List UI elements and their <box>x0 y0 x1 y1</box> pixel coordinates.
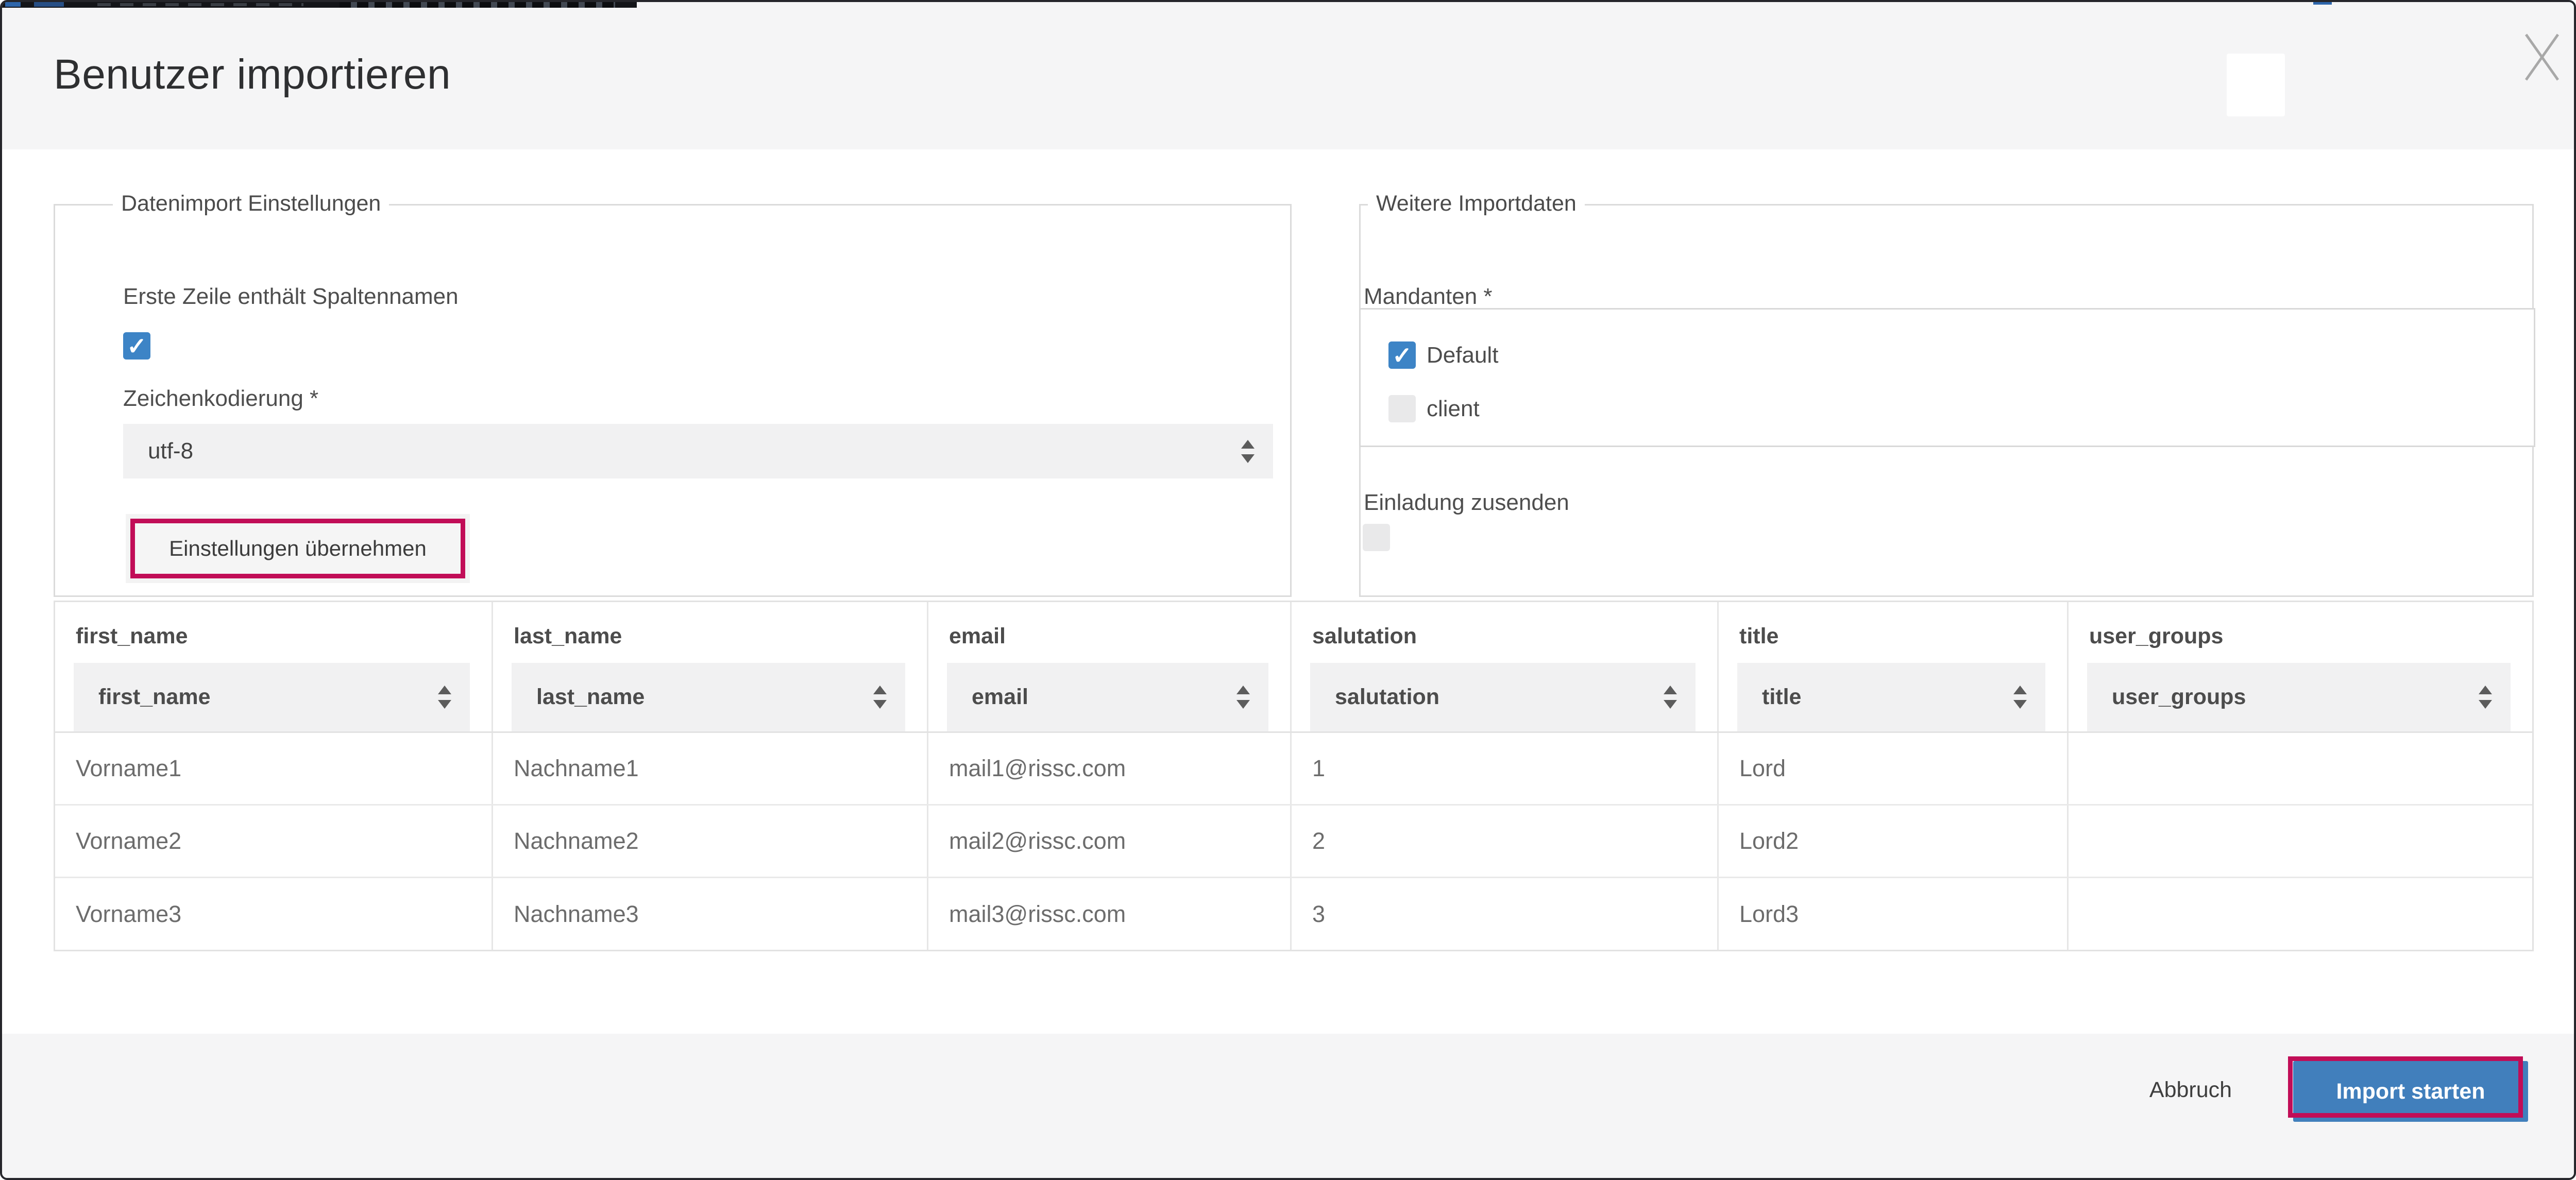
select-stepper-icon <box>438 686 451 709</box>
select-stepper-icon <box>1664 686 1677 709</box>
table-header-cell: title title <box>1719 602 2069 731</box>
start-import-button[interactable]: Import starten <box>2293 1061 2528 1122</box>
mandant-client-label: client <box>1427 395 1480 422</box>
table-cell: Vorname1 <box>55 733 493 804</box>
mandant-client-checkbox[interactable] <box>1388 395 1416 422</box>
column-mapping-select[interactable]: salutation <box>1310 663 1696 731</box>
table-header-row: first_name first_name last_name last_nam… <box>55 602 2532 733</box>
strip-decoration <box>34 2 64 7</box>
table-header-cell: first_name first_name <box>55 602 493 731</box>
select-stepper-icon <box>873 686 887 709</box>
table-cell: Lord3 <box>1719 878 2069 950</box>
fieldset-legend: Weitere Importdaten <box>1368 191 1585 216</box>
table-row: Vorname3 Nachname3 mail3@rissc.com 3 Lor… <box>55 878 2532 950</box>
column-mapping-value: email <box>972 685 1028 710</box>
column-mapping-value: user_groups <box>2112 685 2246 710</box>
select-stepper-icon <box>1236 686 1250 709</box>
column-name: last_name <box>514 624 622 649</box>
column-mapping-select[interactable]: title <box>1737 663 2045 731</box>
encoding-select[interactable]: utf-8 <box>123 424 1273 478</box>
invitation-checkbox[interactable] <box>1363 524 1390 551</box>
table-row: Vorname1 Nachname1 mail1@rissc.com 1 Lor… <box>55 733 2532 806</box>
mandant-default-checkbox[interactable]: ✓ <box>1388 341 1416 369</box>
select-stepper-icon <box>2479 686 2492 709</box>
cancel-button[interactable]: Abbruch <box>2129 1078 2252 1108</box>
table-row: Vorname2 Nachname2 mail2@rissc.com 2 Lor… <box>55 806 2532 878</box>
strip-decoration <box>340 2 615 8</box>
table-cell: 3 <box>1292 878 1719 950</box>
column-mapping-select[interactable]: last_name <box>512 663 905 731</box>
check-icon: ✓ <box>127 334 147 358</box>
import-preview-table: first_name first_name last_name last_nam… <box>54 601 2534 951</box>
table-cell: 2 <box>1292 806 1719 877</box>
first-row-label: Erste Zeile enthält Spaltennamen <box>123 284 459 310</box>
data-import-settings-fieldset: Datenimport Einstellungen Erste Zeile en… <box>54 204 1292 597</box>
strip-decoration <box>5 2 21 7</box>
apply-settings-label: Einstellungen übernehmen <box>169 536 427 561</box>
column-name: user_groups <box>2089 624 2223 649</box>
column-mapping-value: title <box>1762 685 1801 710</box>
invitation-label: Einladung zusenden <box>1364 490 1569 516</box>
column-name: salutation <box>1312 624 1417 649</box>
column-mapping-select[interactable]: user_groups <box>2087 663 2511 731</box>
table-cell: Vorname3 <box>55 878 493 950</box>
close-icon <box>2524 32 2560 82</box>
table-header-cell: email email <box>928 602 1292 731</box>
select-stepper-icon <box>2013 686 2027 709</box>
mandanten-label: Mandanten * <box>1364 284 1493 310</box>
column-name: email <box>949 624 1006 649</box>
table-header-cell: last_name last_name <box>493 602 928 731</box>
table-cell: 1 <box>1292 733 1719 804</box>
table-cell: mail1@rissc.com <box>928 733 1292 804</box>
column-mapping-value: last_name <box>536 685 645 710</box>
apply-settings-button[interactable]: Einstellungen übernehmen <box>130 519 465 578</box>
close-button[interactable] <box>2515 24 2569 91</box>
table-cell: mail2@rissc.com <box>928 806 1292 877</box>
check-icon: ✓ <box>1392 344 1412 367</box>
background-page-strip <box>2 2 637 8</box>
table-cell: Nachname2 <box>493 806 928 877</box>
table-cell <box>2069 733 2532 804</box>
additional-import-data-fieldset: Weitere Importdaten Mandanten * ✓ Defaul… <box>1359 204 2534 597</box>
mandant-default-label: Default <box>1427 341 1498 369</box>
table-cell <box>2069 878 2532 950</box>
fieldset-legend: Datenimport Einstellungen <box>113 191 389 216</box>
screenshot-frame: Benutzer importieren Datenimport Einstel… <box>0 0 2576 1180</box>
table-cell: mail3@rissc.com <box>928 878 1292 950</box>
encoding-label: Zeichenkodierung * <box>123 386 318 412</box>
header-placeholder-box <box>2227 54 2285 116</box>
table-header-cell: salutation salutation <box>1292 602 1719 731</box>
encoding-select-value: utf-8 <box>148 438 193 464</box>
table-cell <box>2069 806 2532 877</box>
column-mapping-value: salutation <box>1335 685 1439 710</box>
strip-decoration <box>97 3 303 6</box>
start-import-label: Import starten <box>2336 1079 2485 1104</box>
table-cell: Lord <box>1719 733 2069 804</box>
column-mapping-select[interactable]: first_name <box>74 663 470 731</box>
table-header-cell: user_groups user_groups <box>2069 602 2532 731</box>
column-mapping-value: first_name <box>98 685 210 710</box>
first-row-checkbox[interactable]: ✓ <box>123 332 150 360</box>
table-cell: Nachname3 <box>493 878 928 950</box>
strip-decoration <box>2313 2 2332 5</box>
column-name: first_name <box>76 624 188 649</box>
column-mapping-select[interactable]: email <box>947 663 1268 731</box>
table-cell: Lord2 <box>1719 806 2069 877</box>
table-cell: Vorname2 <box>55 806 493 877</box>
mandanten-options-box: ✓ Default client <box>1359 308 2535 447</box>
page-title: Benutzer importieren <box>54 50 451 99</box>
table-cell: Nachname1 <box>493 733 928 804</box>
select-stepper-icon <box>1241 440 1255 463</box>
column-name: title <box>1739 624 1778 649</box>
modal-header: Benutzer importieren <box>2 2 2576 149</box>
